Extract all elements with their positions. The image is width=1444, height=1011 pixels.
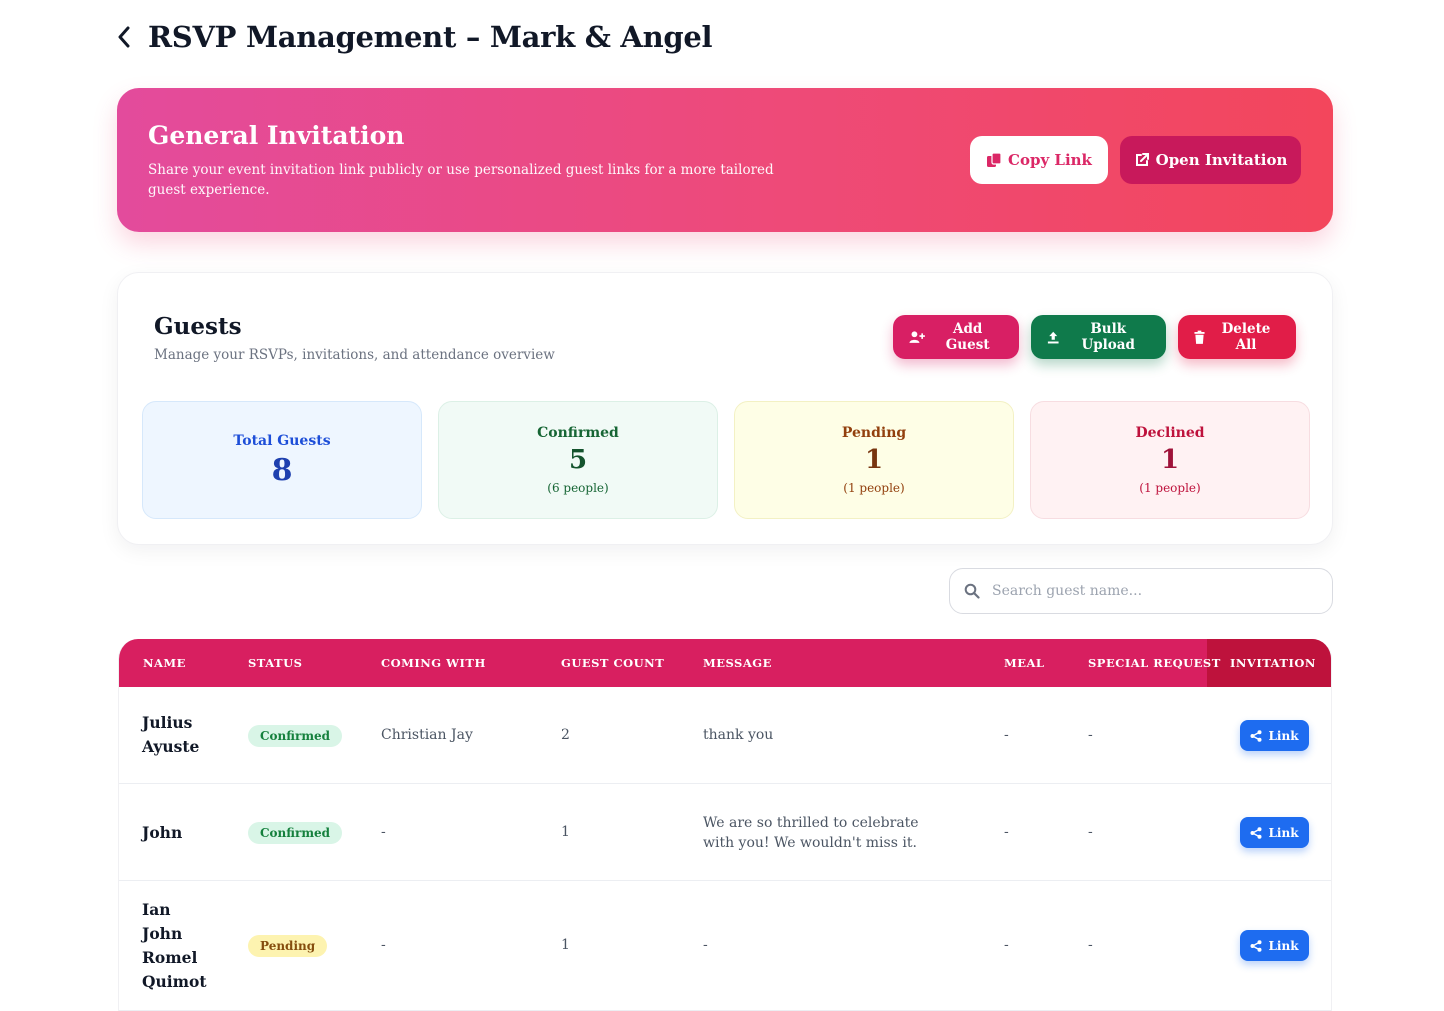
copy-link-button[interactable]: Copy Link <box>970 136 1108 184</box>
column-header[interactable]: STATUS <box>248 639 302 687</box>
copy-link-label: Copy Link <box>1008 151 1092 169</box>
stats-row: Total Guests 8 Confirmed 5 (6 people) Pe… <box>142 401 1310 519</box>
open-invitation-label: Open Invitation <box>1155 151 1288 169</box>
stat-sub: (6 people) <box>547 481 609 495</box>
stat-declined: Declined 1 (1 people) <box>1030 401 1310 519</box>
delete-all-button[interactable]: Delete All <box>1178 315 1296 359</box>
status-badge: Pending <box>248 935 328 957</box>
share-icon <box>1250 939 1262 952</box>
share-icon <box>1250 826 1262 839</box>
guest-count: 1 <box>561 824 570 840</box>
share-icon <box>1250 729 1262 742</box>
column-header[interactable]: MEAL <box>1004 639 1045 687</box>
meal: - <box>1004 727 1009 743</box>
status-badge: Confirmed <box>248 725 343 747</box>
stat-total-guests: Total Guests 8 <box>142 401 422 519</box>
add-guest-label: Add Guest <box>945 321 990 353</box>
message: We are so thrilled to celebrate with you… <box>703 815 919 851</box>
bulk-upload-button[interactable]: Bulk Upload <box>1031 315 1166 359</box>
special-request: - <box>1088 727 1093 743</box>
guest-name: John <box>142 823 183 842</box>
column-header[interactable]: SPECIAL REQUEST <box>1088 639 1221 687</box>
status-badge: Confirmed <box>248 822 343 844</box>
message: - <box>703 937 708 953</box>
guests-title: Guests <box>154 313 242 340</box>
invitation-link-button[interactable]: Link <box>1240 817 1309 848</box>
stat-pending: Pending 1 (1 people) <box>734 401 1014 519</box>
general-invitation-banner: General Invitation Share your event invi… <box>117 88 1333 232</box>
special-request: - <box>1088 824 1093 840</box>
table-row: Julius Ayuste Confirmed Christian Jay 2 … <box>119 687 1331 784</box>
column-header[interactable]: NAME <box>143 639 186 687</box>
guest-name: Julius Ayuste <box>142 713 200 756</box>
column-header[interactable]: INVITATION <box>1230 639 1316 687</box>
page-title: RSVP Management – Mark & Angel <box>148 20 713 54</box>
delete-all-label: Delete All <box>1221 321 1271 353</box>
guest-count: 2 <box>561 727 570 743</box>
guest-name: Ian John Romel Quimot <box>142 900 207 991</box>
stat-sub: (1 people) <box>843 481 905 495</box>
meal: - <box>1004 824 1009 840</box>
guest-table: NAME STATUS COMING WITH GUEST COUNT MESS… <box>118 639 1332 1011</box>
search-input[interactable] <box>992 583 1312 599</box>
user-plus-icon <box>909 331 925 343</box>
special-request: - <box>1088 937 1093 953</box>
page-header: RSVP Management – Mark & Angel <box>114 20 713 54</box>
stat-value: 5 <box>568 445 588 475</box>
trash-icon <box>1194 330 1205 344</box>
link-label: Link <box>1268 728 1299 743</box>
external-link-icon <box>1135 153 1149 166</box>
coming-with: Christian Jay <box>381 727 473 743</box>
search-icon <box>964 583 980 599</box>
banner-title: General Invitation <box>148 121 405 150</box>
stat-label: Total Guests <box>233 432 331 449</box>
table-row: Ian John Romel Quimot Pending - 1 - - - … <box>119 881 1331 1011</box>
stat-label: Confirmed <box>537 425 619 441</box>
bulk-upload-label: Bulk Upload <box>1081 321 1135 353</box>
stat-label: Declined <box>1135 425 1205 441</box>
message: thank you <box>703 727 774 743</box>
guest-count: 1 <box>561 937 570 953</box>
column-header[interactable]: MESSAGE <box>703 639 772 687</box>
guest-actions: Add Guest Bulk Upload Delete All <box>893 315 1296 359</box>
copy-icon <box>987 152 1002 167</box>
chevron-left-icon <box>118 26 130 48</box>
open-invitation-button[interactable]: Open Invitation <box>1120 136 1301 184</box>
stat-sub: (1 people) <box>1139 481 1201 495</box>
add-guest-button[interactable]: Add Guest <box>893 315 1019 359</box>
link-label: Link <box>1268 825 1299 840</box>
invitation-link-button[interactable]: Link <box>1240 930 1309 961</box>
stat-label: Pending <box>841 425 907 441</box>
stat-value: 1 <box>864 445 884 475</box>
search-box <box>949 568 1333 614</box>
upload-icon <box>1047 331 1059 343</box>
invitation-link-button[interactable]: Link <box>1240 720 1309 751</box>
stat-value: 8 <box>271 452 293 488</box>
guests-panel: Guests Manage your RSVPs, invitations, a… <box>117 272 1333 545</box>
guests-subtitle: Manage your RSVPs, invitations, and atte… <box>154 347 555 363</box>
table-row: John Confirmed - 1 We are so thrilled to… <box>119 784 1331 881</box>
coming-with: - <box>381 937 386 953</box>
back-button[interactable] <box>114 22 134 52</box>
link-label: Link <box>1268 938 1299 953</box>
table-header: NAME STATUS COMING WITH GUEST COUNT MESS… <box>119 639 1331 687</box>
banner-description: Share your event invitation link publicl… <box>148 162 774 198</box>
meal: - <box>1004 937 1009 953</box>
coming-with: - <box>381 824 386 840</box>
stat-confirmed: Confirmed 5 (6 people) <box>438 401 718 519</box>
column-header[interactable]: COMING WITH <box>381 639 486 687</box>
column-header[interactable]: GUEST COUNT <box>561 639 664 687</box>
stat-value: 1 <box>1160 445 1180 475</box>
